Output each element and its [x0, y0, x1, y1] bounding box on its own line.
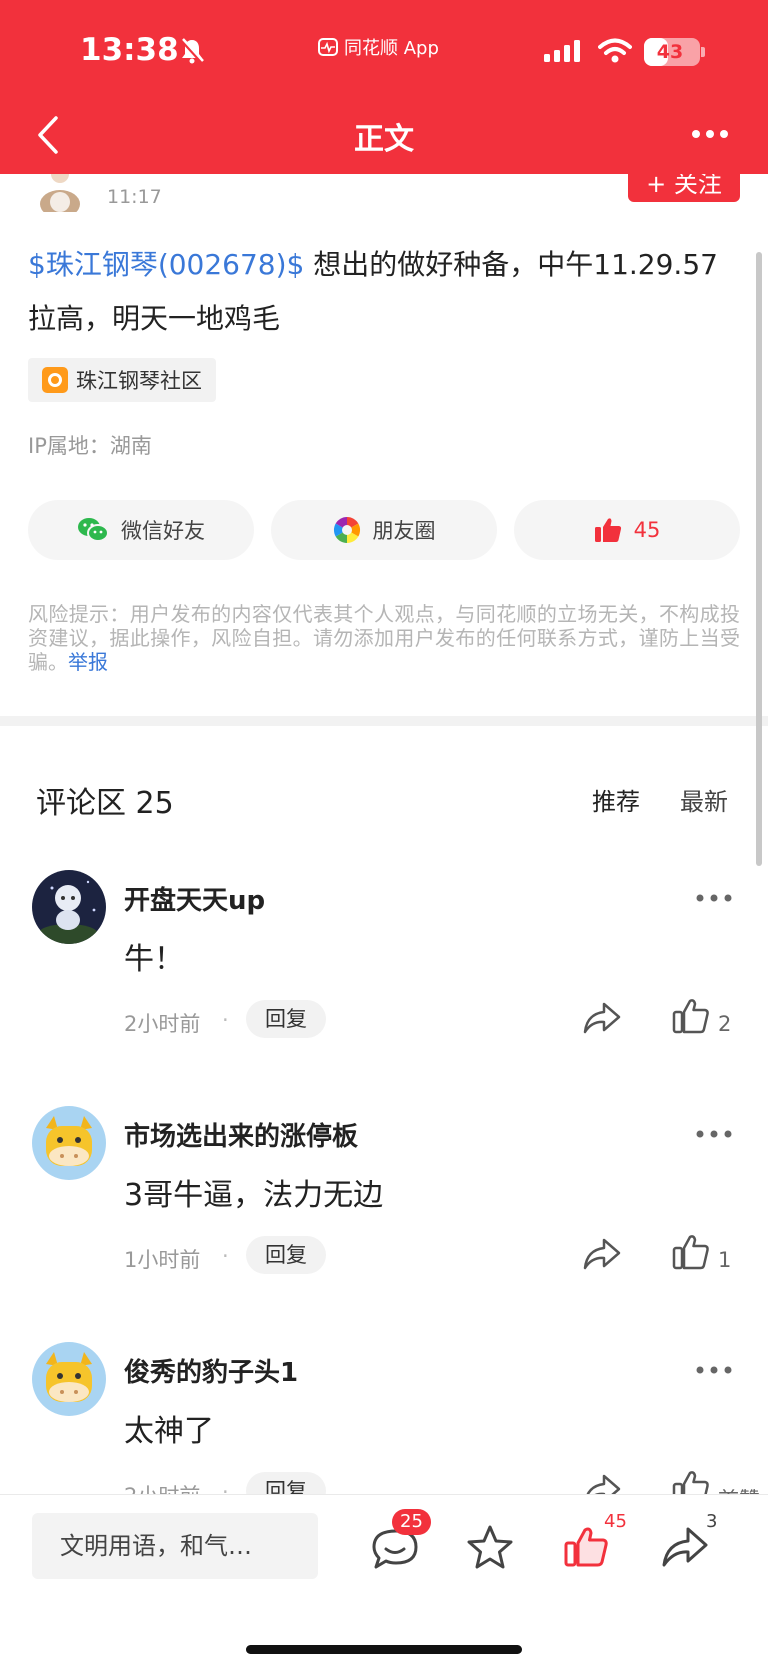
ip-location: IP属地：湖南: [28, 434, 152, 458]
share-badge: 3: [706, 1511, 718, 1532]
thumbs-up-icon[interactable]: [672, 998, 710, 1034]
comments-title: 评论区 25: [36, 778, 174, 822]
comments-button[interactable]: 25: [366, 1509, 431, 1577]
separator-dot: ·: [222, 1008, 229, 1032]
community-label: 珠江钢琴社区: [76, 369, 202, 393]
share-wechat-button[interactable]: 微信好友: [28, 500, 254, 560]
commenter-avatar[interactable]: [32, 1342, 106, 1416]
more-options-button[interactable]: [690, 122, 730, 146]
like-badge: 45: [604, 1511, 627, 1532]
comments-badge: 25: [392, 1509, 431, 1535]
comment-time: 1小时前: [124, 1248, 201, 1272]
comment-input[interactable]: 文明用语，和气…: [32, 1513, 318, 1579]
page-title: 正文: [354, 122, 414, 157]
share-moments-button[interactable]: 朋友圈: [271, 500, 497, 560]
share-button[interactable]: 3: [656, 1511, 717, 1577]
risk-notice-text: 风险提示：用户发布的内容仅代表其个人观点，与同花顺的立场无关，不构成投资建议，据…: [28, 602, 740, 674]
thumbs-up-filled-icon: [594, 518, 621, 542]
stock-tag-link[interactable]: $珠江钢琴(002678)$: [28, 248, 304, 281]
thumbs-up-icon[interactable]: [672, 1234, 710, 1270]
star-icon: [467, 1525, 513, 1569]
status-time: 13:38: [80, 32, 179, 68]
comment-more-button[interactable]: [694, 1124, 734, 1144]
sort-latest-tab[interactable]: 最新: [680, 782, 728, 817]
post-like-button[interactable]: 45: [514, 500, 740, 560]
comments-title-label: 评论区: [36, 786, 126, 821]
comment-text: 太神了: [124, 1414, 214, 1449]
post-like-count: 45: [633, 518, 661, 542]
heartbeat-icon: [318, 38, 338, 56]
signal-icon: [544, 40, 580, 62]
share-moments-label: 朋友圈: [372, 519, 436, 543]
reply-button[interactable]: 回复: [246, 1000, 326, 1038]
bell-muted-icon: [180, 38, 204, 64]
risk-notice: 风险提示：用户发布的内容仅代表其个人观点，与同花顺的立场无关，不构成投资建议，据…: [28, 602, 740, 674]
community-tag[interactable]: 珠江钢琴社区: [28, 358, 216, 402]
comment-text: 3哥牛逼，法力无边: [124, 1178, 384, 1213]
share-arrow-icon[interactable]: [582, 1236, 622, 1272]
comment-item: 开盘天天up 牛！ 2小时前 · 回复 2: [0, 870, 768, 1100]
share-wechat-label: 微信好友: [121, 519, 205, 543]
battery-indicator: 43: [644, 38, 700, 66]
wechat-icon: [78, 518, 109, 542]
post-time: 11:17: [107, 186, 162, 208]
cow-avatar-icon: [32, 1342, 106, 1416]
sort-recommend-tab[interactable]: 推荐: [592, 782, 640, 817]
commenter-avatar[interactable]: [32, 1106, 106, 1180]
comment-like-count: 1: [718, 1248, 732, 1272]
app-indicator-label: 同花顺 App: [344, 38, 439, 59]
commenter-avatar-image: [32, 870, 106, 944]
post-content: $珠江钢琴(002678)$ 想出的做好种备，中午11.29.57拉高，明天一地…: [28, 238, 740, 346]
comment-more-button[interactable]: [694, 888, 734, 908]
commenter-name[interactable]: 开盘天天up: [124, 880, 265, 917]
wifi-icon: [598, 38, 632, 63]
report-link[interactable]: 举报: [68, 650, 108, 674]
bottom-action-bar: 文明用语，和气… 25 45 3: [0, 1494, 768, 1665]
cow-avatar-icon: [32, 1106, 106, 1180]
comment-like-count: 2: [718, 1012, 732, 1036]
home-indicator[interactable]: [246, 1645, 522, 1654]
section-divider: [0, 716, 768, 726]
commenter-name[interactable]: 市场选出来的涨停板: [124, 1116, 358, 1153]
commenter-name[interactable]: 俊秀的豹子头1: [124, 1352, 298, 1389]
battery-cap: [701, 47, 705, 57]
share-arrow-icon[interactable]: [582, 1000, 622, 1036]
comment-item: 市场选出来的涨停板 3哥牛逼，法力无边 1小时前 · 回复 1: [0, 1106, 768, 1336]
top-header: 13:38 同花顺 App 43 正文: [0, 0, 768, 174]
battery-level: 43: [656, 41, 684, 63]
commenter-avatar[interactable]: [32, 870, 106, 944]
comment-more-button[interactable]: [694, 1360, 734, 1380]
app-screen: 13:38 同花顺 App 43 正文 11:17 + 关注 $珠江钢琴(002…: [0, 0, 768, 1665]
app-indicator[interactable]: 同花顺 App: [318, 34, 439, 60]
comment-time: 2小时前: [124, 1012, 201, 1036]
separator-dot: ·: [222, 1244, 229, 1268]
moments-icon: [333, 516, 360, 544]
comments-count: 25: [135, 786, 174, 821]
reply-button[interactable]: 回复: [246, 1236, 326, 1274]
comment-text: 牛！: [124, 942, 184, 977]
favorite-button[interactable]: [460, 1517, 520, 1577]
like-button[interactable]: 45: [556, 1511, 627, 1577]
scrollbar[interactable]: [756, 252, 762, 866]
community-icon: [42, 367, 68, 393]
